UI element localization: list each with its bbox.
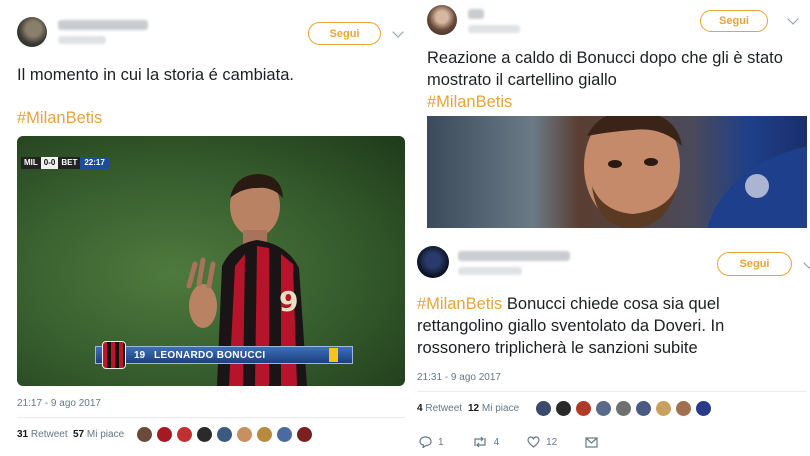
hashtag-link[interactable]: #MilanBetis <box>427 93 512 111</box>
author-name[interactable] <box>468 9 484 19</box>
tweet-timestamp[interactable]: 21:31 - 9 ago 2017 <box>417 372 501 383</box>
liker-avatar[interactable] <box>216 426 233 443</box>
svg-text:9: 9 <box>279 285 298 318</box>
retweet-stats[interactable]: 31 Retweet <box>17 429 68 440</box>
tweet-text: Reazione a caldo di Bonucci dopo che gli… <box>427 47 797 113</box>
retweet-icon <box>473 436 486 448</box>
like-action[interactable]: 12 <box>527 436 557 448</box>
liker-avatar[interactable] <box>615 400 632 417</box>
avatar[interactable] <box>427 5 457 35</box>
liker-avatar[interactable] <box>256 426 273 443</box>
likes-stats[interactable]: 12 Mi piace <box>468 403 519 414</box>
player-name: LEONARDO BONUCCI <box>154 349 266 361</box>
liker-avatar[interactable] <box>555 400 572 417</box>
likes-count: 57 <box>73 429 85 440</box>
yellow-card-icon <box>329 348 338 362</box>
chevron-down-icon[interactable] <box>803 257 810 269</box>
author-name[interactable] <box>58 20 148 30</box>
likes-label: Mi piace <box>481 403 520 414</box>
liker-avatar[interactable] <box>136 426 153 443</box>
liker-avatar[interactable] <box>156 426 173 443</box>
likes-label: Mi piace <box>86 429 125 440</box>
liker-avatar[interactable] <box>196 426 213 443</box>
lower-third: 19 LEONARDO BONUCCI <box>95 341 353 369</box>
liker-avatar[interactable] <box>675 400 692 417</box>
liker-avatar[interactable] <box>176 426 193 443</box>
tweet-text-body: Reazione a caldo di Bonucci dopo che gli… <box>427 49 783 89</box>
tweet-card-right-top: Segui Reazione a caldo di Bonucci dopo c… <box>415 0 810 238</box>
author-handle <box>468 25 520 33</box>
club-crest-icon <box>102 341 126 369</box>
hashtag-link[interactable]: #MilanBetis <box>17 107 102 129</box>
chevron-down-icon[interactable] <box>392 26 404 38</box>
message-action[interactable] <box>585 436 598 448</box>
envelope-icon <box>585 436 598 448</box>
scorebug-away: BET <box>58 157 81 169</box>
heart-icon <box>527 436 540 448</box>
chevron-down-icon[interactable] <box>787 13 799 25</box>
tweet-actions: 1 4 12 <box>419 436 626 448</box>
liker-avatar[interactable] <box>276 426 293 443</box>
like-action-count: 12 <box>546 436 558 448</box>
reply-action[interactable]: 1 <box>419 436 444 448</box>
scorebug-score: 0-0 <box>40 157 59 169</box>
author-handle <box>58 36 106 44</box>
liker-avatar[interactable] <box>535 400 552 417</box>
tweet-timestamp[interactable]: 21:17 - 9 ago 2017 <box>17 398 101 409</box>
liker-avatar[interactable] <box>575 400 592 417</box>
liker-avatar[interactable] <box>296 426 313 443</box>
author-handle <box>458 267 522 275</box>
likes-stats[interactable]: 57 Mi piace <box>73 429 124 440</box>
avatar[interactable] <box>417 246 449 278</box>
liker-avatar[interactable] <box>695 400 712 417</box>
hashtag-link[interactable]: #MilanBetis <box>417 295 502 313</box>
reply-count: 1 <box>438 436 444 448</box>
likes-count: 12 <box>468 403 480 414</box>
liker-avatar[interactable] <box>236 426 253 443</box>
liker-avatar[interactable] <box>595 400 612 417</box>
reply-icon <box>419 436 432 448</box>
avatar[interactable] <box>17 17 47 47</box>
divider <box>417 391 807 392</box>
retweet-action-count: 4 <box>493 436 500 448</box>
tweet-card-right-bottom: Segui #MilanBetis Bonucci chiede cosa si… <box>415 238 810 456</box>
player-number: 19 <box>134 349 146 361</box>
divider <box>17 417 405 418</box>
liker-avatar[interactable] <box>655 400 672 417</box>
liker-avatar[interactable] <box>635 400 652 417</box>
retweet-count: 31 <box>17 429 29 440</box>
scorebug-clock: 22:17 <box>80 157 109 169</box>
player-face <box>584 116 807 228</box>
scorebug-home: MIL <box>21 157 41 169</box>
retweet-count: 4 <box>417 403 423 414</box>
follow-button[interactable]: Segui <box>717 252 792 276</box>
author-name[interactable] <box>458 251 570 261</box>
tweet-media[interactable]: 9 MIL 0-0 BET 22:17 19 LEONARDO BONUCCI <box>17 136 405 386</box>
retweet-label: Retweet <box>425 403 463 414</box>
retweet-label: Retweet <box>30 429 68 440</box>
likers-avatars <box>535 400 712 417</box>
likers-avatars <box>136 426 313 443</box>
follow-button[interactable]: Segui <box>700 10 768 32</box>
retweet-action[interactable]: 4 <box>472 436 500 448</box>
retweet-stats[interactable]: 4 Retweet <box>417 403 462 414</box>
tweet-media[interactable] <box>427 116 807 228</box>
follow-button[interactable]: Segui <box>308 22 381 45</box>
tweet-card-left: Segui Il momento in cui la storia é camb… <box>0 0 412 456</box>
scorebug: MIL 0-0 BET 22:17 <box>21 157 109 169</box>
tweet-text: #MilanBetis Bonucci chiede cosa sia quel… <box>417 293 802 359</box>
tweet-text: Il momento in cui la storia é cambiata. <box>17 66 294 84</box>
